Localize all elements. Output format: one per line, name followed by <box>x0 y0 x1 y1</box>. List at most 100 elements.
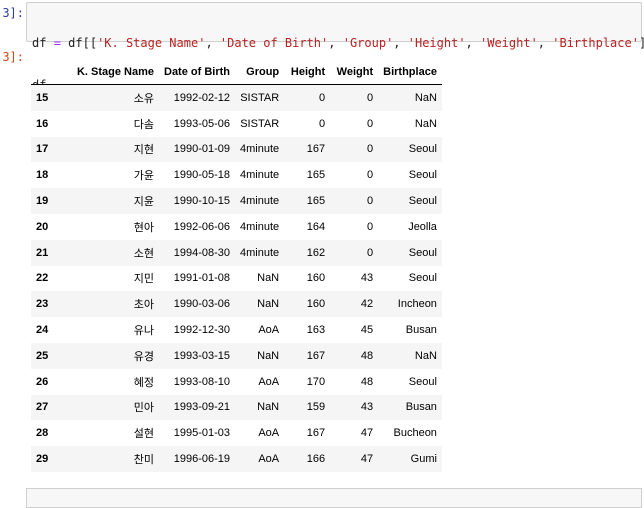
table-cell: 유경 <box>133 350 154 363</box>
table-cell: 0 <box>367 91 374 104</box>
code-token: = <box>53 36 61 50</box>
table-cell: 지윤 <box>133 196 154 209</box>
table-row: 29 찬미 1996-06-19 AoA 166 47 Gumi <box>31 446 442 472</box>
table-body: 15 소유 1992-02-12 SISTAR 0 0 NaN 16 다솜 1993-05-06 S… <box>31 84 442 472</box>
table-row: 20 현아 1992-06-06 4minute 164 0 Jeolla <box>31 214 442 240</box>
table-cell: 1993-05-06 <box>173 117 230 130</box>
code-token: 'K. Stage Name' <box>97 36 206 50</box>
dataframe-table: K. Stage Name Date of Birth Group Height Wei… <box>31 60 442 472</box>
table-cell: 4minute <box>240 143 280 156</box>
row-index: 20 <box>36 220 49 233</box>
table-cell: 1995-01-03 <box>173 427 230 440</box>
table-cell: AoA <box>258 453 280 466</box>
table-row: 25 유경 1993-03-15 NaN 167 48 NaN <box>31 342 442 369</box>
table-cell: 1990-01-09 <box>173 143 230 156</box>
table-cell: Seoul <box>408 143 437 156</box>
row-index: 29 <box>36 453 49 466</box>
table-cell: 0 <box>319 117 326 130</box>
table-cell: SISTAR <box>240 117 280 130</box>
table-cell: 지민 <box>133 273 154 286</box>
code-token: , <box>393 36 408 50</box>
table-cell: 4minute <box>240 220 280 233</box>
table-cell: 가윤 <box>133 170 154 183</box>
table-cell: Busan <box>405 324 437 337</box>
table-cell: 48 <box>360 375 374 388</box>
table-row: 22 지민 1991-01-08 NaN 160 43 Seoul <box>31 266 442 292</box>
table-cell: 1991-01-08 <box>173 272 230 285</box>
table-row: 28 설현 1995-01-03 AoA 167 47 Bucheon <box>31 420 442 446</box>
row-index: 25 <box>36 349 49 362</box>
table-cell: 1996-06-19 <box>173 453 230 466</box>
row-index: 21 <box>36 246 49 259</box>
table-cell: 초아 <box>133 299 154 312</box>
table-cell: 소유 <box>133 92 154 105</box>
table-header-row: K. Stage Name Date of Birth Group Height Wei… <box>31 60 442 85</box>
table-cell: 0 <box>367 169 374 182</box>
table-cell: 164 <box>306 220 326 233</box>
table-cell: 1990-03-06 <box>173 298 230 311</box>
table-cell: 민아 <box>133 402 154 415</box>
table-cell: Jeolla <box>408 220 437 233</box>
table-cell: 165 <box>306 195 326 208</box>
table-cell: 0 <box>367 195 374 208</box>
table-cell: NaN <box>414 117 437 130</box>
table-cell: NaN <box>257 272 280 285</box>
table-cell: Bucheon <box>393 427 437 440</box>
column-header: Birthplace <box>378 60 442 85</box>
table-cell: 찬미 <box>133 454 154 467</box>
row-index: 17 <box>36 143 49 156</box>
code-token: , <box>328 36 343 50</box>
table-cell: 170 <box>306 375 326 388</box>
table-row: 15 소유 1992-02-12 SISTAR 0 0 NaN <box>31 84 442 111</box>
table-cell: NaN <box>257 401 280 414</box>
table-cell: 4minute <box>240 195 280 208</box>
table-cell: 현아 <box>133 221 154 234</box>
table-cell: Seoul <box>408 375 437 388</box>
table-cell: Gumi <box>410 453 437 466</box>
table-cell: 43 <box>360 401 374 414</box>
table-cell: 설현 <box>133 428 154 441</box>
row-index: 16 <box>36 117 49 130</box>
table-row: 19 지윤 1990-10-15 4minute 165 0 Seoul <box>31 188 442 214</box>
table-cell: SISTAR <box>240 91 280 104</box>
code-cell[interactable]: df = df[['K. Stage Name', 'Date of Birth… <box>26 2 644 92</box>
next-code-cell[interactable] <box>26 488 642 508</box>
table-cell: 지현 <box>133 144 154 157</box>
table-cell: 1993-08-10 <box>173 375 230 388</box>
column-header: Group <box>235 60 285 85</box>
table-row: 27 민아 1993-09-21 NaN 159 43 Busan <box>31 394 442 421</box>
table-cell: AoA <box>258 375 280 388</box>
code-line-1[interactable]: df = df[['K. Stage Name', 'Date of Birth… <box>32 36 644 50</box>
row-index: 24 <box>36 324 49 337</box>
row-index: 26 <box>36 375 49 388</box>
table-cell: 165 <box>306 169 326 182</box>
table-row: 26 혜정 1993-08-10 AoA 170 48 Seoul <box>31 369 442 395</box>
table-cell: 1993-09-21 <box>173 401 230 414</box>
table-cell: 159 <box>306 401 326 414</box>
row-index: 23 <box>36 298 49 311</box>
table-cell: 160 <box>306 298 326 311</box>
table-cell: 1993-03-15 <box>173 349 230 362</box>
table-cell: 1992-12-30 <box>173 324 230 337</box>
code-token: ]] <box>639 36 644 50</box>
row-index: 18 <box>36 169 49 182</box>
table-cell: 1992-06-06 <box>173 220 230 233</box>
table-cell: 다솜 <box>133 118 154 131</box>
column-header: K. Stage Name <box>65 60 159 85</box>
table-cell: 1990-05-18 <box>173 169 230 182</box>
table-cell: Seoul <box>408 195 437 208</box>
table-cell: Seoul <box>408 246 437 259</box>
table-row: 24 유나 1992-12-30 AoA 163 45 Busan <box>31 317 442 343</box>
code-token: df <box>32 36 54 50</box>
table-cell: 167 <box>306 427 326 440</box>
row-index: 15 <box>36 91 49 104</box>
table-cell: 0 <box>319 91 326 104</box>
code-token: 'Weight' <box>480 36 538 50</box>
table-row: 23 초아 1990-03-06 NaN 160 42 Incheon <box>31 291 442 318</box>
row-index: 28 <box>36 427 49 440</box>
table-cell: AoA <box>258 427 280 440</box>
code-token: , <box>465 36 480 50</box>
code-token: [[ <box>82 36 98 50</box>
table-cell: 47 <box>360 453 374 466</box>
input-prompt: 3]: <box>2 6 24 20</box>
